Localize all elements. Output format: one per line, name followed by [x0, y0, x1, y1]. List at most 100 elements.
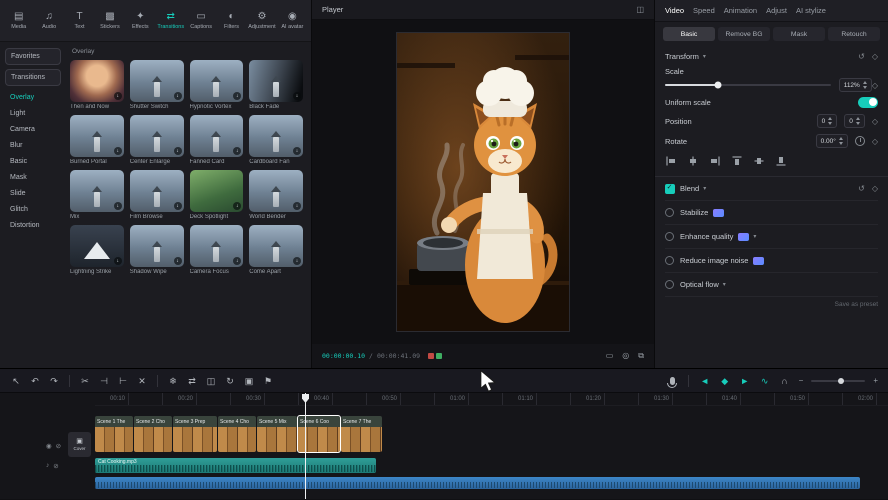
transition-thumbnail[interactable]	[249, 225, 303, 267]
clip-filmstrip[interactable]	[173, 427, 217, 452]
chevron-down-icon[interactable]: ▾	[753, 233, 756, 240]
subtab-remove-bg[interactable]: Remove BG	[718, 27, 770, 41]
transition-card[interactable]: Cardboard Fan	[249, 115, 303, 165]
transition-thumbnail[interactable]	[70, 60, 124, 102]
player-stage[interactable]	[312, 20, 654, 344]
download-icon[interactable]	[114, 257, 122, 265]
download-icon[interactable]	[174, 202, 182, 210]
zoom-in-icon[interactable]: +	[873, 376, 878, 385]
split-icon[interactable]: ✂	[79, 375, 91, 387]
transition-card[interactable]: Fanned Card	[190, 115, 244, 165]
delete-icon[interactable]: ✕	[136, 375, 148, 387]
timeline-clip[interactable]: Scene 1 The	[95, 416, 133, 452]
chevron-down-icon[interactable]: ▾	[703, 53, 706, 60]
delete-right-icon[interactable]: ⊢	[117, 375, 129, 387]
transition-card[interactable]: Shadow Wipe	[130, 225, 184, 275]
position-y-stepper[interactable]: 0	[844, 114, 865, 128]
stabilize-row[interactable]: Stabilize	[665, 201, 878, 225]
subtab-basic[interactable]: Basic	[663, 27, 715, 41]
transition-card[interactable]: Mix	[70, 170, 124, 220]
transition-card[interactable]: Camera Focus	[190, 225, 244, 275]
download-icon[interactable]	[233, 147, 241, 155]
next-keyframe-icon[interactable]: ►	[739, 375, 751, 387]
green-chip-icon[interactable]	[436, 353, 442, 359]
timeline-clip[interactable]: Scene 3 Prep	[173, 416, 217, 452]
download-icon[interactable]	[114, 202, 122, 210]
transition-thumbnail[interactable]	[249, 60, 303, 102]
download-icon[interactable]	[233, 202, 241, 210]
sidebar-item-basic[interactable]: Basic	[5, 154, 61, 169]
transition-thumbnail[interactable]	[190, 170, 244, 212]
transition-thumbnail[interactable]	[190, 225, 244, 267]
stabilize-toggle-icon[interactable]	[665, 208, 674, 217]
toolbar-captions[interactable]: ▭Captions	[186, 12, 215, 30]
video-preview[interactable]	[397, 33, 569, 331]
blend-row[interactable]: Blend ▾ ↺◇	[665, 177, 878, 201]
align-middle-vertical-icon[interactable]	[753, 155, 765, 167]
track-mute-icon[interactable]: ♪	[46, 462, 49, 470]
transition-thumbnail[interactable]	[70, 225, 124, 267]
download-icon[interactable]	[293, 92, 301, 100]
scale-slider[interactable]	[665, 84, 831, 86]
transition-thumbnail[interactable]	[130, 170, 184, 212]
clip-filmstrip[interactable]	[134, 427, 172, 452]
transition-card[interactable]: Center Enlarge	[130, 115, 184, 165]
align-center-horizontal-icon[interactable]	[687, 155, 699, 167]
crop-icon[interactable]: ▣	[243, 375, 255, 387]
timeline-clip[interactable]: Scene 4 Cho	[218, 416, 256, 452]
select-cursor-icon[interactable]: ↖	[10, 375, 22, 387]
clip-filmstrip[interactable]	[341, 427, 382, 452]
sidebar-item-light[interactable]: Light	[5, 106, 61, 121]
transition-card[interactable]: Shutter Switch	[130, 60, 184, 110]
enhance-quality-toggle-icon[interactable]	[665, 232, 674, 241]
position-x-stepper[interactable]: 0	[817, 114, 838, 128]
chevron-down-icon[interactable]: ▾	[703, 185, 706, 192]
sidebar-item-favorites[interactable]: Favorites	[5, 48, 61, 65]
sidebar-item-glitch[interactable]: Glitch	[5, 202, 61, 217]
timeline-clip[interactable]: Scene 7 The	[341, 416, 382, 452]
scale-value-stepper[interactable]: 112%	[839, 78, 872, 92]
sidebar-item-slide[interactable]: Slide	[5, 186, 61, 201]
red-chip-icon[interactable]	[428, 353, 434, 359]
track-visibility-icon[interactable]: ◉	[46, 442, 52, 450]
sidebar-item-transitions[interactable]: Transitions	[5, 69, 61, 86]
align-right-icon[interactable]	[709, 155, 721, 167]
download-icon[interactable]	[233, 257, 241, 265]
toolbar-transitions[interactable]: ⇄Transitions	[156, 12, 185, 30]
sidebar-item-camera[interactable]: Camera	[5, 122, 61, 137]
stepper-arrows-icon[interactable]	[856, 117, 860, 125]
optical-flow-toggle-icon[interactable]	[665, 280, 674, 289]
aspect-ratio-icon[interactable]: ▭	[606, 351, 614, 361]
music-track-clip[interactable]	[95, 477, 860, 489]
toolbar-media[interactable]: ▤Media	[4, 12, 33, 30]
transition-thumbnail[interactable]	[249, 115, 303, 157]
transition-thumbnail[interactable]	[190, 115, 244, 157]
keyframe-icon[interactable]: ◇	[872, 81, 878, 90]
clip-filmstrip[interactable]	[95, 427, 133, 452]
transition-thumbnail[interactable]	[70, 115, 124, 157]
tab-adjust[interactable]: Adjust	[766, 6, 787, 15]
playhead-line[interactable]	[305, 393, 306, 499]
tab-animation[interactable]: Animation	[724, 6, 757, 15]
keyframe-icon[interactable]: ◇	[872, 52, 878, 61]
keyframe-icon[interactable]: ◇	[872, 117, 878, 126]
keyframe-icon[interactable]: ◇	[872, 137, 878, 146]
toolbar-filters[interactable]: ◐Filters	[217, 12, 246, 30]
transition-thumbnail[interactable]	[190, 60, 244, 102]
chevron-down-icon[interactable]: ▾	[723, 281, 726, 288]
toolbar-adjustment[interactable]: ⚙Adjustment	[247, 12, 276, 30]
snap-magnet-icon[interactable]: ∩	[779, 375, 791, 387]
fullscreen-icon[interactable]: ⧉	[638, 351, 644, 361]
cover-button[interactable]: ▣ Cover	[68, 432, 91, 457]
reduce-noise-row[interactable]: Reduce image noise	[665, 249, 878, 273]
align-bottom-icon[interactable]	[775, 155, 787, 167]
blend-checkbox[interactable]	[665, 184, 675, 194]
transition-card[interactable]: Deck Spotlight	[190, 170, 244, 220]
transition-card[interactable]: Burned Portal	[70, 115, 124, 165]
track-lock-icon[interactable]: ⊘	[53, 462, 58, 470]
tab-video[interactable]: Video	[665, 6, 684, 15]
download-icon[interactable]	[174, 147, 182, 155]
undo-icon[interactable]: ↶	[29, 375, 41, 387]
download-icon[interactable]	[174, 257, 182, 265]
download-icon[interactable]	[174, 92, 182, 100]
